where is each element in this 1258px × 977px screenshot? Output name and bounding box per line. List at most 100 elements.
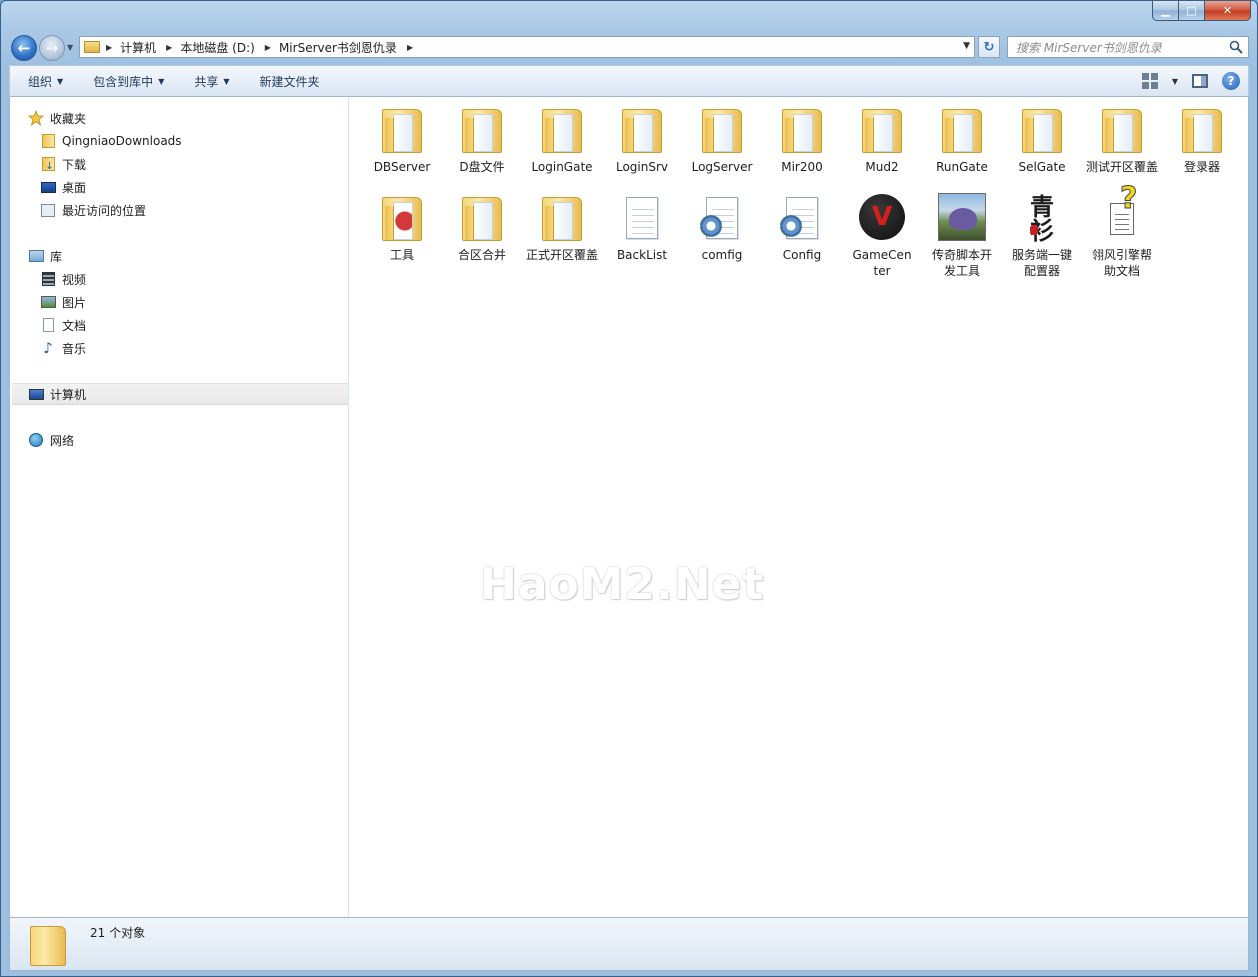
- share-menu[interactable]: 共享 ▼: [176, 73, 241, 90]
- sidebar-item-videos[interactable]: 视频: [40, 269, 86, 289]
- caption-buttons: ▁ □ ✕: [1152, 1, 1251, 21]
- file-item-mir200[interactable]: Mir200: [762, 105, 842, 175]
- file-item-mud2[interactable]: Mud2: [842, 105, 922, 175]
- sidebar-item-desktop[interactable]: 桌面: [40, 177, 86, 197]
- document-icon: [40, 317, 56, 333]
- preview-pane-icon[interactable]: [1192, 74, 1208, 88]
- file-name: RunGate: [936, 160, 988, 174]
- file-item-merge-servers[interactable]: 合区合并: [442, 193, 522, 263]
- desktop-icon: [40, 179, 56, 195]
- chevron-right-icon[interactable]: ▶: [407, 43, 413, 52]
- maximize-button[interactable]: □: [1179, 1, 1205, 21]
- close-button[interactable]: ✕: [1205, 1, 1251, 21]
- folder-icon: [542, 109, 582, 153]
- sidebar-item-libraries[interactable]: 库: [28, 246, 62, 266]
- view-options-dropdown-icon[interactable]: ▼: [1172, 77, 1178, 86]
- chevron-down-icon: ▼: [158, 76, 165, 86]
- file-item-tools[interactable]: 工具: [362, 193, 442, 263]
- forward-button[interactable]: →: [39, 35, 65, 61]
- command-toolbar: 组织 ▼ 包含到库中 ▼ 共享 ▼ 新建文件夹 ▼ ?: [9, 65, 1249, 97]
- recent-pages-dropdown[interactable]: ▼: [67, 43, 73, 52]
- gamecenter-app-icon: V: [859, 194, 905, 240]
- folder-icon: [30, 926, 66, 966]
- file-name: Mir200: [781, 160, 823, 174]
- file-name: 测试开区覆盖: [1085, 160, 1158, 174]
- object-count: 21 个对象: [90, 926, 146, 940]
- sidebar-item-network[interactable]: 网络: [28, 430, 74, 450]
- favorites-label: 收藏夹: [50, 111, 87, 126]
- folder-icon: [702, 109, 742, 153]
- refresh-button[interactable]: ↻: [978, 36, 1000, 58]
- sidebar-item-pictures[interactable]: 图片: [40, 292, 86, 312]
- breadcrumb-computer[interactable]: 计算机: [120, 39, 156, 56]
- sidebar-item-music[interactable]: ♪ 音乐: [40, 338, 86, 358]
- help-icon[interactable]: ?: [1222, 72, 1240, 90]
- explorer-window: ▁ □ ✕ ← → ▼ ▶ 计算机 ▶ 本地磁盘 (D:) ▶ MirServe…: [0, 0, 1258, 977]
- search-icon[interactable]: [1229, 40, 1243, 54]
- file-item-backlist[interactable]: BackList: [602, 193, 682, 263]
- file-name: 服务端一键配置器: [1011, 248, 1072, 278]
- file-item-config[interactable]: Config: [762, 193, 842, 263]
- file-name: Config: [782, 248, 822, 262]
- file-item-dbserver[interactable]: DBServer: [362, 105, 442, 175]
- chevron-right-icon[interactable]: ▶: [265, 43, 271, 52]
- pictures-label: 图片: [62, 295, 87, 310]
- file-name: LoginSrv: [615, 160, 669, 174]
- include-library-label: 包含到库中: [93, 74, 154, 89]
- file-item-test-server-overlay[interactable]: 测试开区覆盖: [1082, 105, 1162, 175]
- download-folder-icon: ↓: [40, 156, 56, 172]
- file-item-server-config-tool[interactable]: 青衫 服务端一键配置器: [1002, 193, 1082, 279]
- arrow-left-icon: ←: [17, 39, 31, 57]
- search-input[interactable]: 搜索 MirServer书剑恩仇录: [1007, 36, 1249, 58]
- new-folder-button[interactable]: 新建文件夹: [242, 73, 332, 90]
- sidebar-item-qingniaodownloads[interactable]: QingniaoDownloads: [40, 131, 182, 151]
- file-item-logserver[interactable]: LogServer: [682, 105, 762, 175]
- arrow-right-icon: →: [45, 39, 59, 57]
- file-item-gamecenter[interactable]: V GameCenter: [842, 193, 922, 279]
- sidebar-item-computer[interactable]: 计算机: [28, 384, 86, 404]
- watermark: HaoM2.Net: [480, 559, 765, 610]
- address-dropdown-icon[interactable]: ▼: [963, 41, 970, 51]
- include-in-library-menu[interactable]: 包含到库中 ▼: [75, 73, 176, 90]
- star-icon: [28, 110, 44, 126]
- organize-menu[interactable]: 组织 ▼: [10, 73, 75, 90]
- sidebar-item-downloads[interactable]: ↓ 下载: [40, 154, 86, 174]
- chevron-down-icon: ▼: [223, 76, 230, 86]
- file-item-engine-help-doc[interactable]: ? 翎风引擎帮助文档: [1082, 183, 1162, 279]
- change-view-icon[interactable]: [1141, 73, 1158, 89]
- back-button[interactable]: ←: [11, 35, 37, 61]
- share-label: 共享: [194, 74, 219, 89]
- file-name: 正式开区覆盖: [525, 248, 598, 262]
- folder-icon: [1102, 109, 1142, 153]
- file-item-launcher[interactable]: 登录器: [1162, 105, 1242, 175]
- sidebar-item-documents[interactable]: 文档: [40, 315, 86, 335]
- file-item-rungate[interactable]: RunGate: [922, 105, 1002, 175]
- file-name: comfig: [701, 248, 743, 262]
- sidebar-item-favorites[interactable]: 收藏夹: [28, 108, 86, 128]
- breadcrumb-drive-d[interactable]: 本地磁盘 (D:): [180, 39, 254, 56]
- address-bar[interactable]: ▶ 计算机 ▶ 本地磁盘 (D:) ▶ MirServer书剑恩仇录 ▶ ▼: [79, 36, 975, 58]
- file-item-logingate[interactable]: LoginGate: [522, 105, 602, 175]
- file-item-selgate[interactable]: SelGate: [1002, 105, 1082, 175]
- folder-icon: [782, 109, 822, 153]
- file-name: D盘文件: [459, 160, 505, 174]
- file-item-d-drive-files[interactable]: D盘文件: [442, 105, 522, 175]
- gear-icon: [700, 215, 722, 237]
- file-item-loginsrv[interactable]: LoginSrv: [602, 105, 682, 175]
- breadcrumb-mirserver[interactable]: MirServer书剑恩仇录: [279, 39, 397, 56]
- script-tool-app-icon: [938, 193, 986, 241]
- folder-icon: [1182, 109, 1222, 153]
- file-item-comfig[interactable]: comfig: [682, 193, 762, 263]
- close-icon: ✕: [1222, 4, 1233, 17]
- file-name: SelGate: [1018, 160, 1066, 174]
- sidebar-item-recent-places[interactable]: 最近访问的位置: [40, 200, 146, 220]
- organize-label: 组织: [28, 74, 53, 89]
- chevron-right-icon[interactable]: ▶: [166, 43, 172, 52]
- libraries-label: 库: [50, 249, 63, 264]
- file-name: 翎风引擎帮助文档: [1091, 248, 1152, 278]
- chevron-right-icon[interactable]: ▶: [106, 43, 112, 52]
- file-item-live-server-overlay[interactable]: 正式开区覆盖: [522, 193, 602, 263]
- file-name: 传奇脚本开发工具: [931, 248, 992, 278]
- file-item-script-dev-tool[interactable]: 传奇脚本开发工具: [922, 193, 1002, 279]
- minimize-button[interactable]: ▁: [1152, 1, 1179, 21]
